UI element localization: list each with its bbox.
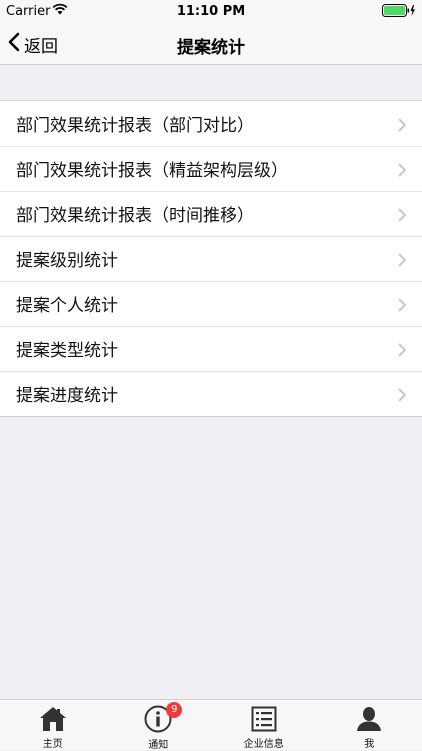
menu-item-label: 部门效果统计报表（时间推移） xyxy=(16,201,254,226)
chevron-right-icon xyxy=(398,252,406,271)
tab-home[interactable]: 主页 xyxy=(0,700,106,750)
menu-item-dept-lean-level[interactable]: 部门效果统计报表（精益架构层级） xyxy=(0,146,422,191)
chevron-right-icon xyxy=(398,342,406,361)
menu-item-label: 提案个人统计 xyxy=(16,291,118,316)
chevron-right-icon xyxy=(398,207,406,226)
statistics-menu: 部门效果统计报表（部门对比） 部门效果统计报表（精益架构层级） 部门效果统计报表… xyxy=(0,100,422,417)
chevron-right-icon xyxy=(398,117,406,136)
menu-item-proposal-level[interactable]: 提案级别统计 xyxy=(0,236,422,281)
menu-item-label: 提案类型统计 xyxy=(16,336,118,361)
navigation-bar: 返回 提案统计 xyxy=(0,22,422,65)
menu-item-proposal-type[interactable]: 提案类型统计 xyxy=(0,326,422,371)
chevron-right-icon xyxy=(398,297,406,316)
menu-item-proposal-progress[interactable]: 提案进度统计 xyxy=(0,371,422,416)
menu-item-label: 提案进度统计 xyxy=(16,381,118,406)
tab-home-label: 主页 xyxy=(43,735,63,750)
chevron-right-icon xyxy=(398,162,406,181)
menu-item-dept-comparison[interactable]: 部门效果统计报表（部门对比） xyxy=(0,101,422,146)
tab-notifications-label: 通知 xyxy=(148,736,168,751)
battery-icon xyxy=(382,4,416,21)
info-icon: 9 xyxy=(144,705,172,733)
tab-bar: 主页 9 通知 企业信息 xyxy=(0,699,422,750)
tab-me-label: 我 xyxy=(364,735,374,750)
page-title: 提案统计 xyxy=(0,33,422,58)
menu-item-dept-time-trend[interactable]: 部门效果统计报表（时间推移） xyxy=(0,191,422,236)
tab-company-info[interactable]: 企业信息 xyxy=(211,700,317,750)
status-time: 11:10 PM xyxy=(0,4,422,19)
tab-me[interactable]: 我 xyxy=(317,700,422,750)
menu-item-proposal-individual[interactable]: 提案个人统计 xyxy=(0,281,422,326)
status-bar: Carrier 11:10 PM xyxy=(0,0,422,22)
menu-item-label: 提案级别统计 xyxy=(16,246,118,271)
tab-notifications[interactable]: 9 通知 xyxy=(106,700,212,750)
list-icon xyxy=(251,705,277,732)
home-icon xyxy=(39,705,67,732)
menu-item-label: 部门效果统计报表（精益架构层级） xyxy=(16,156,288,181)
person-icon xyxy=(356,705,382,732)
chevron-right-icon xyxy=(398,387,406,406)
tab-company-info-label: 企业信息 xyxy=(244,735,284,750)
notification-badge: 9 xyxy=(166,702,182,718)
menu-item-label: 部门效果统计报表（部门对比） xyxy=(16,111,254,136)
